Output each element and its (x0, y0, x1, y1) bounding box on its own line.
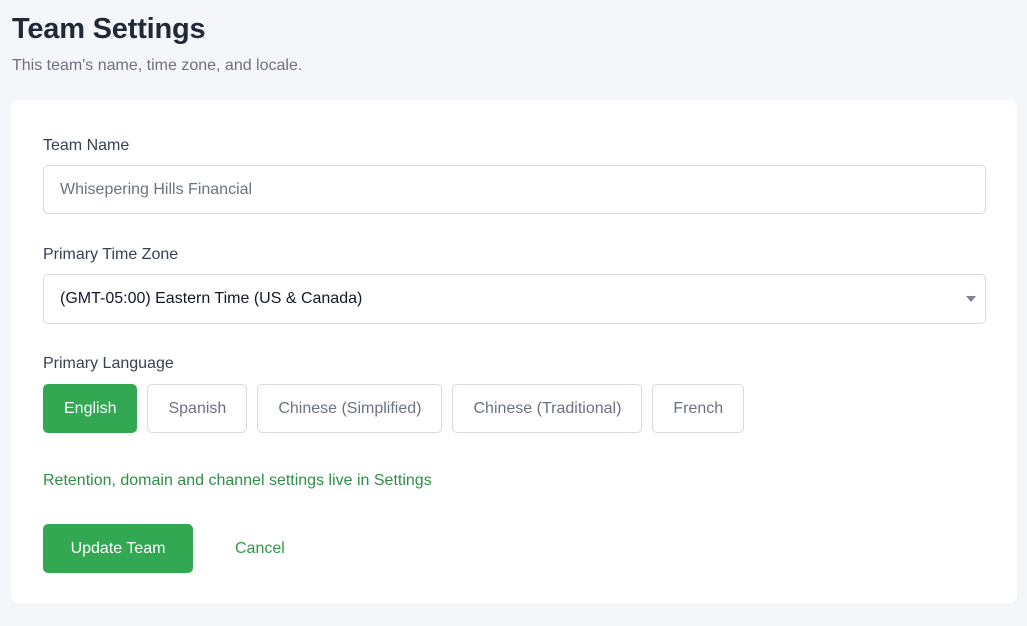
page-header: Team Settings This team's name, time zon… (12, 12, 302, 76)
update-team-button[interactable]: Update Team (43, 524, 193, 573)
language-option-chinese-traditional[interactable]: Chinese (Traditional) (452, 384, 643, 433)
time-zone-select[interactable]: (GMT-05:00) Eastern Time (US & Canada) (43, 274, 986, 324)
language-option-chinese-simplified[interactable]: Chinese (Simplified) (257, 384, 443, 433)
page-title: Team Settings (12, 13, 206, 45)
settings-info-link[interactable]: Retention, domain and channel settings l… (43, 471, 432, 491)
team-name-label: Team Name (43, 137, 130, 154)
language-options: English Spanish Chinese (Simplified) Chi… (43, 384, 745, 433)
language-option-english[interactable]: English (43, 384, 138, 433)
time-zone-label: Primary Time Zone (43, 246, 179, 263)
cancel-button[interactable]: Cancel (216, 524, 304, 573)
team-name-input[interactable] (43, 165, 986, 214)
language-option-spanish[interactable]: Spanish (147, 384, 248, 433)
language-option-french[interactable]: French (652, 384, 745, 433)
time-zone-value: (GMT-05:00) Eastern Time (US & Canada) (60, 290, 363, 307)
settings-card: Team Name Primary Time Zone (GMT-05:00) … (11, 100, 1017, 604)
page-subtitle: This team's name, time zone, and locale. (12, 57, 303, 74)
language-label: Primary Language (43, 355, 174, 372)
caret-down-icon (966, 296, 976, 302)
